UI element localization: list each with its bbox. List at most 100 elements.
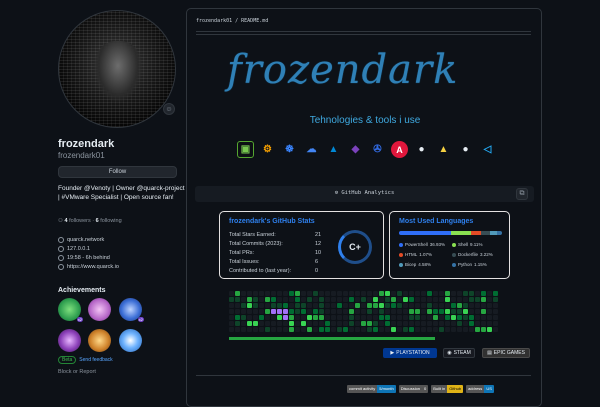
contribution-cell bbox=[481, 327, 486, 332]
contribution-cell bbox=[325, 297, 330, 302]
contribution-cell bbox=[391, 303, 396, 308]
snake-segment bbox=[277, 309, 282, 314]
copy-icon[interactable]: ⧉ bbox=[516, 188, 528, 200]
divider bbox=[196, 34, 531, 35]
contribution-cell bbox=[403, 297, 408, 302]
meta-time-text: 19:58 - 6h behind bbox=[67, 254, 110, 261]
contribution-cell bbox=[439, 309, 444, 314]
kubernetes-icon: ☸ bbox=[285, 144, 294, 155]
contribution-cell bbox=[343, 291, 348, 296]
contribution-cell bbox=[229, 309, 234, 314]
contribution-cell bbox=[331, 297, 336, 302]
contribution-cell bbox=[439, 303, 444, 308]
readme-path[interactable]: frozendark01 / README.md bbox=[196, 18, 268, 24]
steam-icon: ◉ bbox=[447, 350, 452, 356]
contribution-cell bbox=[307, 321, 312, 326]
profile-bio: Founder @Venoty | Owner @quarck-project … bbox=[58, 185, 185, 201]
contribution-cell bbox=[235, 297, 240, 302]
built-in-badge[interactable]: Built in Github bbox=[431, 385, 464, 393]
contribution-cell bbox=[325, 321, 330, 326]
contribution-cell bbox=[397, 315, 402, 320]
profile-username: frozendark01 bbox=[58, 151, 105, 160]
stat-row: Total PRs: 10 bbox=[229, 250, 321, 256]
avatar[interactable] bbox=[58, 10, 176, 128]
following-label[interactable]: following bbox=[100, 218, 121, 224]
contribution-cell bbox=[355, 303, 360, 308]
contribution-cell bbox=[373, 321, 378, 326]
contribution-cell bbox=[385, 297, 390, 302]
followers-count[interactable]: 4 bbox=[64, 218, 67, 224]
status-emoji-icon[interactable]: ☺ bbox=[163, 103, 175, 115]
grade-ring: C+ bbox=[338, 230, 372, 264]
contribution-cell bbox=[277, 321, 282, 326]
lang-dot-icon bbox=[452, 262, 456, 267]
contribution-cell bbox=[415, 297, 420, 302]
following-count[interactable]: 6 bbox=[96, 218, 99, 224]
badge-right: Github bbox=[447, 385, 464, 393]
playstation-badge[interactable]: ▶ PLAYSTATION bbox=[383, 348, 437, 358]
achievement-quickdraw-icon[interactable] bbox=[88, 298, 112, 321]
contribution-cell bbox=[427, 291, 432, 296]
contribution-cell bbox=[295, 309, 300, 314]
google-cloud-icon: ☁ bbox=[306, 144, 317, 155]
achievement-arctic-vault-icon[interactable] bbox=[118, 329, 142, 352]
lang-bar-segment bbox=[399, 231, 451, 235]
meta-website[interactable]: https://www.quarck.io bbox=[58, 262, 119, 271]
stat-label: Total Issues: bbox=[229, 259, 260, 265]
contribution-cell bbox=[229, 315, 234, 320]
lang-item: Dockerfile 3.22% bbox=[452, 252, 493, 257]
contribution-cell bbox=[457, 309, 462, 314]
achievement-pull-shark-icon[interactable]: x2 bbox=[58, 298, 83, 322]
contribution-cell bbox=[349, 297, 354, 302]
badge-right: 0 bbox=[422, 385, 429, 393]
meta-location-text: 127.0.0.1 bbox=[67, 245, 90, 252]
contribution-cell bbox=[283, 297, 288, 302]
contribution-cell bbox=[271, 315, 276, 320]
contribution-cell bbox=[337, 321, 342, 326]
contribution-cell bbox=[337, 327, 342, 332]
send-feedback-link[interactable]: Send feedback bbox=[79, 357, 112, 363]
follow-button[interactable]: Follow bbox=[58, 166, 177, 178]
link-icon bbox=[58, 263, 64, 270]
epic-games-icon: ▤ bbox=[487, 350, 492, 356]
contribution-cell bbox=[313, 291, 318, 296]
followers-label[interactable]: followers bbox=[69, 218, 91, 224]
lang-name: Bicep bbox=[405, 262, 417, 267]
contribution-cell bbox=[445, 291, 450, 296]
epic-games-badge[interactable]: ▤ EPIC GAMES bbox=[482, 348, 530, 358]
lang-pct: 1.07% bbox=[419, 252, 433, 257]
contribution-cell bbox=[409, 315, 414, 320]
contribution-cell bbox=[355, 297, 360, 302]
contribution-cell bbox=[481, 315, 486, 320]
stat-label: Total PRs: bbox=[229, 250, 255, 256]
discussion-badge[interactable]: Discussion 0 bbox=[398, 385, 429, 393]
contribution-cell bbox=[313, 303, 318, 308]
contribution-cell bbox=[349, 309, 354, 314]
contribution-cell bbox=[343, 297, 348, 302]
contribution-cell bbox=[289, 309, 294, 314]
contribution-cell bbox=[343, 321, 348, 326]
contribution-cell bbox=[325, 291, 330, 296]
vmware-icon: ▣ bbox=[237, 141, 254, 158]
achievement-pair-extraordinaire-icon[interactable] bbox=[88, 329, 112, 352]
contribution-cell bbox=[253, 303, 258, 308]
lang-dot-icon bbox=[452, 252, 456, 257]
steam-badge[interactable]: ◉ STEAM bbox=[443, 348, 475, 358]
contribution-cell bbox=[337, 297, 342, 302]
commit-activity-badge[interactable]: commit activity 5/month bbox=[347, 385, 396, 393]
contribution-cell bbox=[439, 291, 444, 296]
meta-website-link[interactable]: https://www.quarck.io bbox=[67, 264, 119, 270]
contribution-cell bbox=[481, 297, 486, 302]
lang-item: Shell 9.11% bbox=[452, 242, 482, 247]
github-stats-title: frozendark's GitHub Stats bbox=[229, 218, 315, 225]
contribution-cell bbox=[349, 303, 354, 308]
contribution-cell bbox=[265, 327, 270, 332]
achievement-yolo-icon[interactable]: x2 bbox=[118, 298, 144, 322]
contribution-cell bbox=[259, 303, 264, 308]
achievement-starstruck-icon[interactable] bbox=[58, 329, 81, 352]
block-report-link[interactable]: Block or Report bbox=[58, 369, 96, 375]
helm-icon: ✇ bbox=[373, 144, 382, 155]
languages-bar bbox=[399, 231, 502, 235]
contribution-cell bbox=[409, 327, 414, 332]
address-badge[interactable]: address US bbox=[466, 385, 494, 393]
